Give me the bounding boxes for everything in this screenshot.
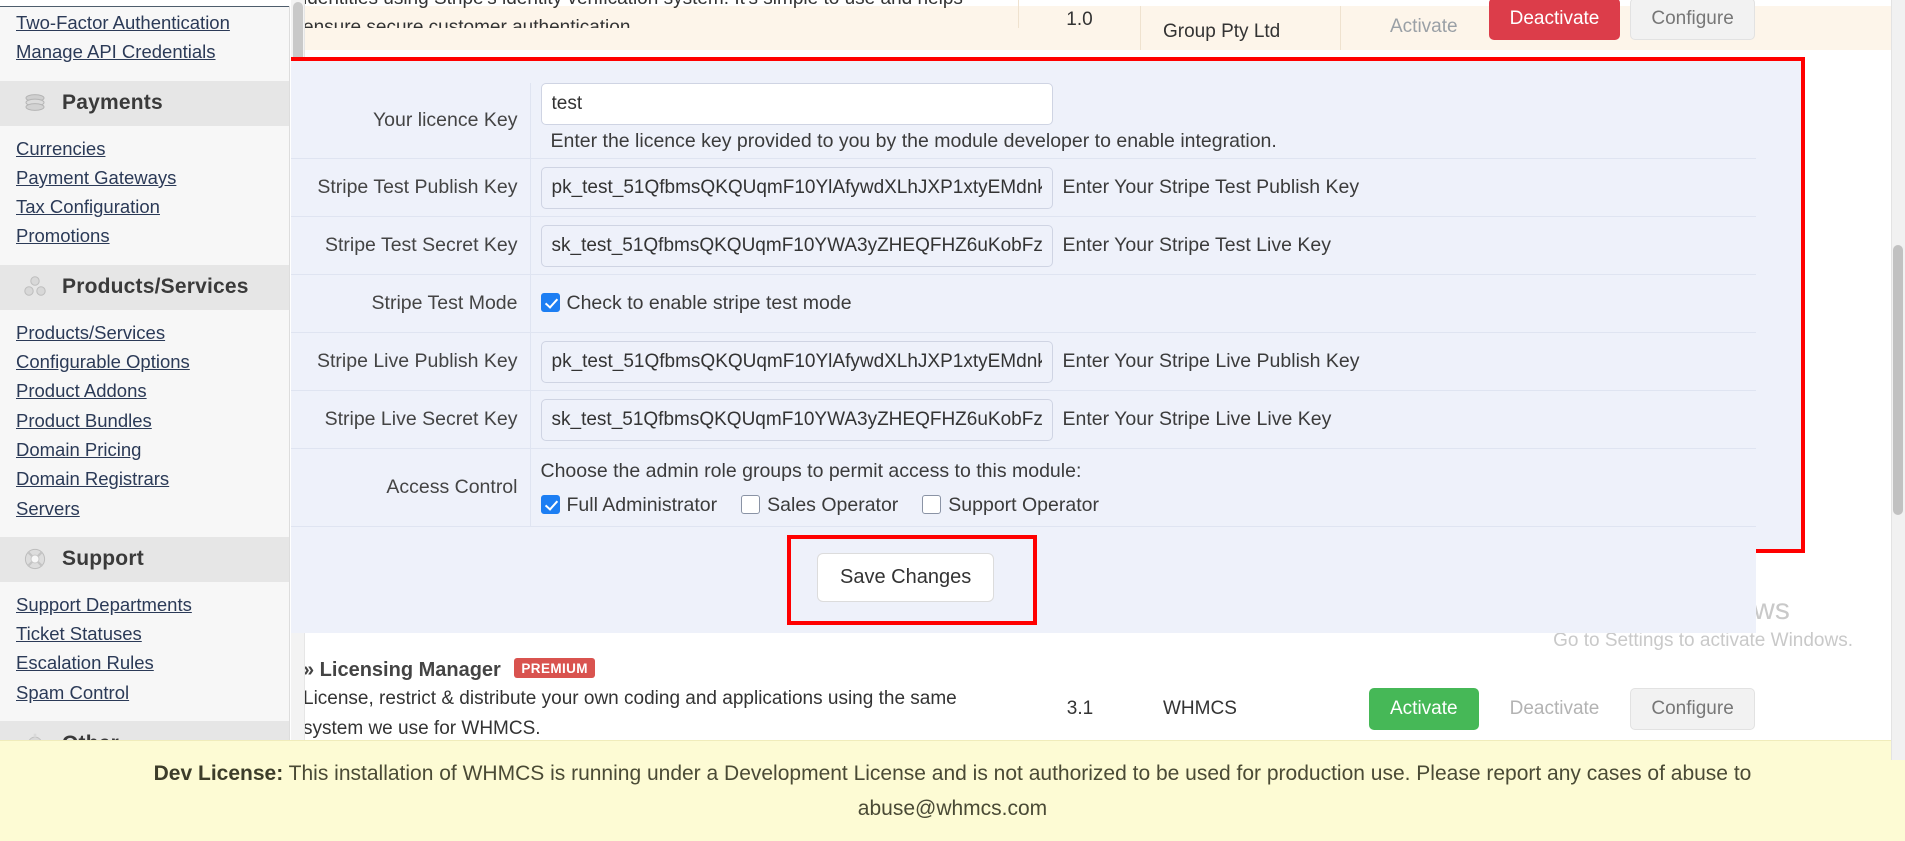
checkbox-stripe-test-mode[interactable]: [540, 293, 560, 313]
sidebar-item-products-services[interactable]: Products/Services: [0, 318, 289, 347]
sidebar-item-manage-api-credentials[interactable]: Manage API Credentials: [0, 37, 289, 66]
module-title-text: » Licensing Manager: [303, 659, 501, 681]
sidebar-item-escalation-rules[interactable]: Escalation Rules: [0, 648, 289, 677]
sidebar-section-label: Payments: [62, 91, 163, 115]
lifering-icon: [22, 546, 48, 572]
hint-stripe-test-mode: Check to enable stripe test mode: [566, 292, 852, 315]
hint-stripe-test-secret-key: Enter Your Stripe Test Live Key: [1062, 234, 1331, 257]
sidebar-section-other: Other: [0, 721, 289, 741]
premium-badge: PREMIUM: [514, 658, 595, 678]
input-stripe-live-secret-key[interactable]: [540, 398, 1053, 441]
config-row-access-control: Access Control Choose the admin role grou…: [291, 448, 1756, 527]
config-row-stripe-test-publish-key: Stripe Test Publish Key Enter Your Stripe…: [291, 158, 1756, 217]
sidebar-item-support-departments[interactable]: Support Departments: [0, 590, 289, 619]
config-label-stripe-test-publish-key: Stripe Test Publish Key: [291, 158, 531, 217]
config-label-stripe-test-mode: Stripe Test Mode: [291, 274, 531, 333]
config-row-stripe-live-secret-key: Stripe Live Secret Key Enter Your Stripe …: [291, 390, 1756, 449]
module-author: Group Pty Ltd: [1141, 6, 1341, 50]
sidebar-link-group: Support Departments Ticket Statuses Escala…: [0, 588, 289, 713]
module-actions: Activate Deactivate Configure: [1341, 0, 1905, 50]
dev-license-message: This installation of WHMCS is running un…: [288, 762, 1752, 820]
input-stripe-test-publish-key[interactable]: [540, 166, 1053, 209]
cubes-icon: [22, 274, 48, 300]
access-control-description: Choose the admin role groups to permit a…: [540, 459, 1082, 482]
config-label-stripe-live-secret-key: Stripe Live Secret Key: [291, 390, 531, 449]
sidebar-section-support: Support: [0, 536, 289, 582]
config-row-stripe-test-secret-key: Stripe Test Secret Key Enter Your Stripe …: [291, 216, 1756, 275]
checkbox-full-administrator[interactable]: [540, 494, 560, 514]
sidebar-link-group: Two-Factor Authentication Manage API Cred…: [0, 6, 289, 73]
module-config-form: Your licence Key Enter the licence key pr…: [291, 83, 1756, 634]
activate-button[interactable]: Activate: [1369, 6, 1479, 48]
sidebar-item-product-bundles[interactable]: Product Bundles: [0, 406, 289, 435]
config-label-stripe-live-publish-key: Stripe Live Publish Key: [291, 332, 531, 391]
input-your-licence-key[interactable]: [540, 83, 1053, 125]
checkbox-support-operator[interactable]: [922, 494, 942, 514]
input-stripe-live-publish-key[interactable]: [540, 340, 1053, 383]
hint-your-licence-key: Enter the licence key provided to you by…: [550, 130, 1277, 153]
sidebar-top-accent: [0, 6, 289, 7]
vertical-scrollbar[interactable]: [1891, 0, 1905, 760]
config-label-access-control: Access Control: [291, 448, 531, 527]
config-form-highlight: Your licence Key Enter the licence key pr…: [291, 57, 1805, 634]
config-label-your-licence-key: Your licence Key: [291, 83, 531, 159]
sidebar-section-label: Support: [62, 547, 144, 571]
sidebar-section-label: Products/Services: [62, 275, 249, 299]
sidebar-item-payment-gateways[interactable]: Payment Gateways: [0, 163, 289, 192]
dev-license-prefix: Dev License:: [153, 762, 284, 785]
activate-button[interactable]: Activate: [1369, 688, 1479, 730]
sidebar-item-product-addons[interactable]: Product Addons: [0, 376, 289, 405]
config-label-stripe-test-secret-key: Stripe Test Secret Key: [291, 216, 531, 275]
access-option-full-administrator[interactable]: Full Administrator: [540, 490, 742, 520]
configure-button[interactable]: Configure: [1630, 0, 1755, 40]
configure-button[interactable]: Configure: [1630, 688, 1755, 730]
config-row-stripe-test-mode: Stripe Test Mode Check to enable stripe t…: [291, 274, 1756, 333]
checkbox-sales-operator[interactable]: [741, 494, 761, 514]
deactivate-button[interactable]: Deactivate: [1489, 688, 1621, 730]
sidebar-item-spam-control[interactable]: Spam Control: [0, 678, 289, 707]
access-option-support-operator[interactable]: Support Operator: [922, 490, 1123, 520]
module-description: License, restrict & distribute your own …: [303, 688, 957, 739]
main-content: identities using Stripe's identity verif…: [291, 0, 1905, 760]
sidebar-item-two-factor-authentication[interactable]: Two-Factor Authentication: [0, 8, 289, 37]
sidebar-link-group: Products/Services Configurable Options Pro…: [0, 316, 289, 529]
sidebar-item-promotions[interactable]: Promotions: [0, 221, 289, 250]
sidebar: Two-Factor Authentication Manage API Cred…: [0, 6, 290, 741]
sidebar-item-ticket-statuses[interactable]: Ticket Statuses: [0, 619, 289, 648]
access-option-sales-operator[interactable]: Sales Operator: [741, 490, 922, 520]
sidebar-item-servers[interactable]: Servers: [0, 494, 289, 523]
scrollbar-thumb[interactable]: [1893, 245, 1903, 515]
sidebar-item-configurable-options[interactable]: Configurable Options: [0, 347, 289, 376]
save-area: Save Changes: [291, 527, 1756, 634]
config-row-stripe-live-publish-key: Stripe Live Publish Key Enter Your Stripe…: [291, 332, 1756, 391]
dev-license-banner: Dev License: This installation of WHMCS …: [0, 740, 1905, 841]
sidebar-item-domain-pricing[interactable]: Domain Pricing: [0, 435, 289, 464]
module-description: identities using Stripe's identity verif…: [291, 0, 1019, 28]
input-stripe-test-secret-key[interactable]: [540, 224, 1053, 267]
sidebar-item-currencies[interactable]: Currencies: [0, 134, 289, 163]
hint-stripe-live-secret-key: Enter Your Stripe Live Live Key: [1062, 408, 1332, 431]
sidebar-item-domain-registrars[interactable]: Domain Registrars: [0, 464, 289, 493]
access-option-label: Sales Operator: [767, 493, 899, 516]
sidebar-section-payments: Payments: [0, 80, 289, 126]
config-row-your-licence-key: Your licence Key Enter the licence key pr…: [291, 83, 1756, 159]
coins-icon: [22, 90, 48, 116]
hint-stripe-live-publish-key: Enter Your Stripe Live Publish Key: [1062, 350, 1360, 373]
access-option-label: Full Administrator: [566, 493, 718, 516]
whmcs-admin-page: Two-Factor Authentication Manage API Cred…: [0, 0, 1905, 841]
dev-license-text: Dev License: This installation of WHMCS …: [73, 756, 1833, 826]
access-option-label: Support Operator: [948, 493, 1099, 516]
save-changes-button[interactable]: Save Changes: [817, 553, 995, 603]
deactivate-button[interactable]: Deactivate: [1488, 0, 1621, 40]
sidebar-item-tax-configuration[interactable]: Tax Configuration: [0, 192, 289, 221]
module-row-stripe-identity: identities using Stripe's identity verif…: [291, 0, 1905, 50]
module-title-licensing-manager: » Licensing Manager PREMIUM: [303, 658, 1009, 682]
sidebar-link-group: Currencies Payment Gateways Tax Configurat…: [0, 132, 289, 257]
hint-stripe-test-publish-key: Enter Your Stripe Test Publish Key: [1062, 176, 1360, 199]
config-fields-table: Your licence Key Enter the licence key pr…: [291, 83, 1756, 528]
module-version: 1.0: [1019, 6, 1141, 50]
sidebar-section-products-services: Products/Services: [0, 264, 289, 310]
